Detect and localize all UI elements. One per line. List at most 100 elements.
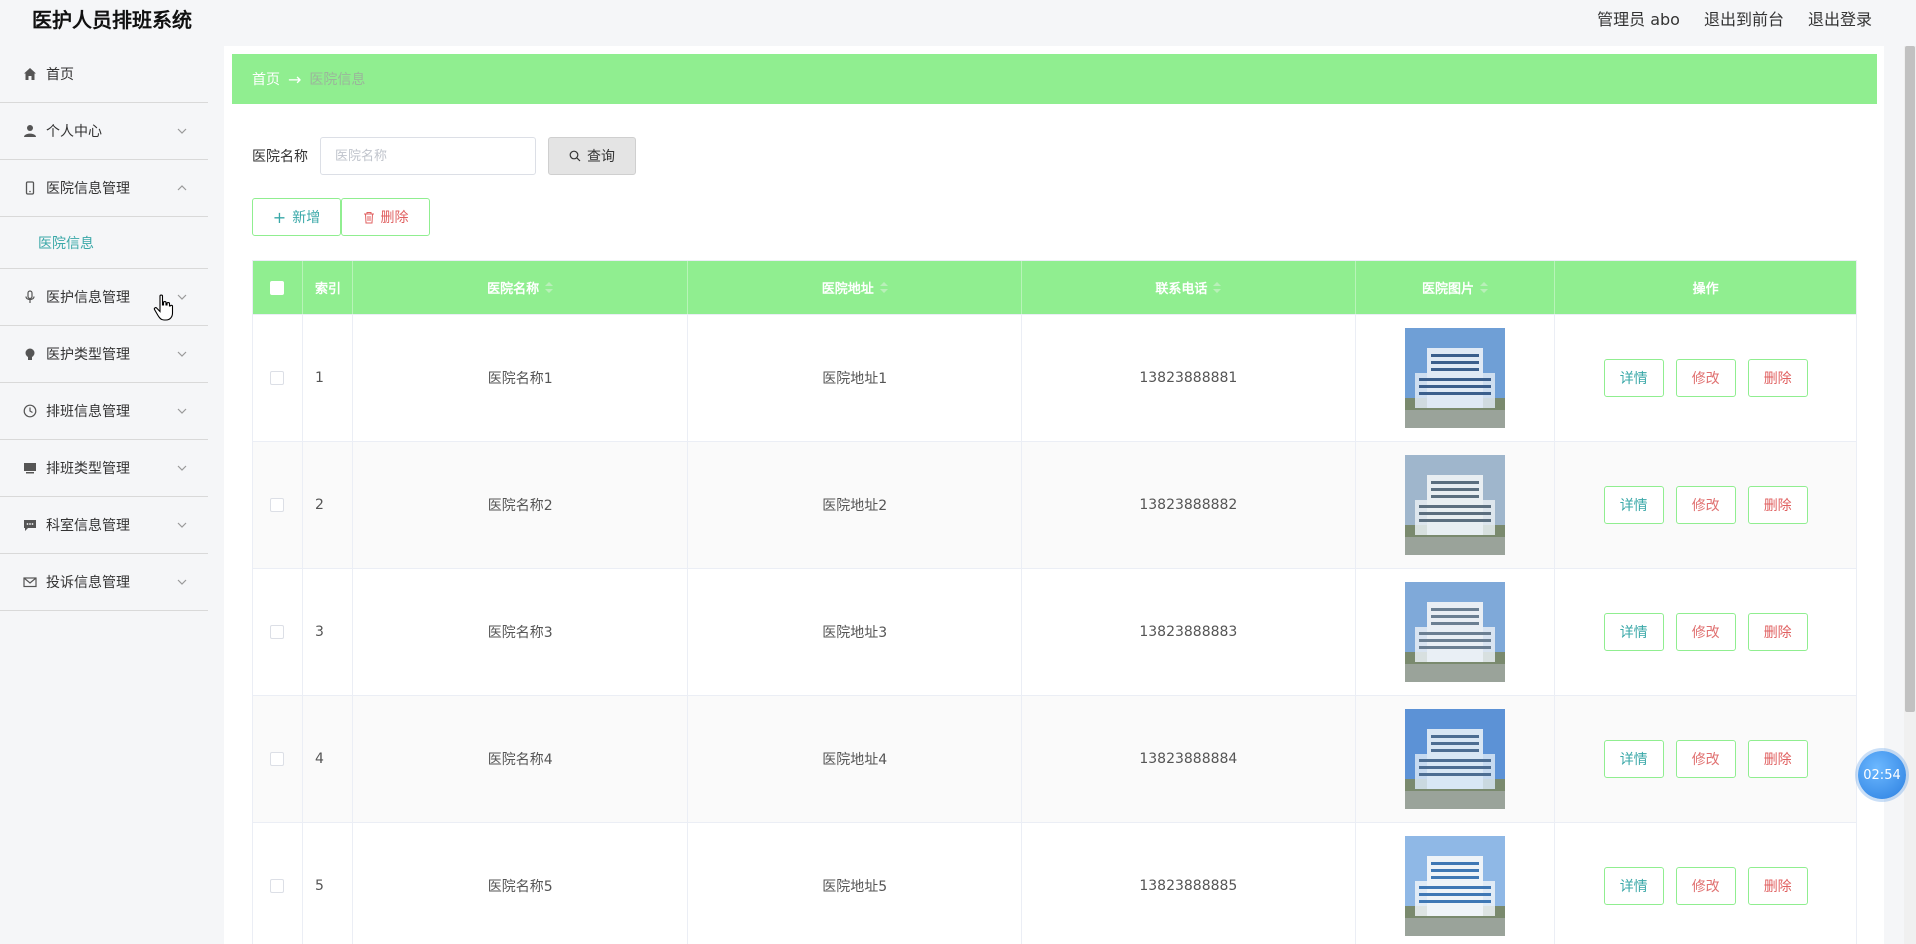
row-checkbox[interactable]: [270, 752, 285, 766]
table-row: 3 医院名称3 医院地址3 13823888883 详情 修改 删除: [253, 569, 1856, 696]
sidebar-item-department-management[interactable]: 科室信息管理: [0, 497, 208, 554]
hospital-photo[interactable]: [1405, 582, 1505, 682]
page-scrollbar[interactable]: [1904, 46, 1916, 944]
hospital-photo[interactable]: [1405, 455, 1505, 555]
detail-button[interactable]: 详情: [1603, 740, 1664, 778]
select-all-cell: [253, 261, 303, 314]
sidebar-item-label: 投诉信息管理: [46, 575, 130, 591]
exit-to-front-link[interactable]: 退出到前台: [1704, 6, 1784, 30]
sidebar-item-personal[interactable]: 个人中心: [0, 103, 208, 160]
row-checkbox[interactable]: [270, 371, 285, 385]
sidebar-item-label: 医院信息管理: [46, 181, 130, 197]
row-hospital-name: 医院名称5: [353, 823, 689, 944]
user-icon: [22, 123, 38, 139]
row-hospital-address: 医院地址2: [688, 442, 1023, 568]
table-row: 5 医院名称5 医院地址5 13823888885 详情 修改 删除: [253, 823, 1856, 944]
sidebar-item-label: 医护信息管理: [46, 290, 130, 306]
delete-row-button[interactable]: 删除: [1747, 613, 1808, 651]
row-phone: 13823888884: [1022, 696, 1356, 822]
home-icon: [22, 66, 38, 82]
chevron-down-icon: [177, 408, 187, 414]
hospital-photo[interactable]: [1405, 328, 1505, 428]
edit-button[interactable]: 修改: [1675, 486, 1736, 524]
header-phone[interactable]: 联系电话: [1022, 261, 1356, 314]
mail-icon: [22, 574, 38, 590]
hospital-table: 索引 医院名称 医院地址 联系电话 医院图片 操作 1 医院名称1 医院地址1 138…: [252, 260, 1857, 944]
sort-icon[interactable]: [545, 281, 554, 294]
sidebar-item-staff-management[interactable]: 医护信息管理: [0, 269, 208, 326]
edit-button[interactable]: 修改: [1675, 613, 1736, 651]
hospital-photo[interactable]: [1405, 836, 1505, 936]
row-hospital-name: 医院名称1: [353, 315, 689, 441]
edit-button[interactable]: 修改: [1675, 867, 1736, 905]
row-actions: 详情 修改 删除: [1555, 823, 1856, 944]
row-image-cell: [1356, 569, 1556, 695]
scrollbar-thumb[interactable]: [1905, 46, 1915, 712]
batch-delete-button[interactable]: 删除: [341, 198, 430, 236]
row-image-cell: [1356, 442, 1556, 568]
hospital-name-search-input[interactable]: [320, 137, 536, 175]
chevron-down-icon: [177, 465, 187, 471]
table-row: 4 医院名称4 医院地址4 13823888884 详情 修改 删除: [253, 696, 1856, 823]
sidebar-subitem-hospital-info[interactable]: 医院信息: [0, 217, 208, 269]
chevron-down-icon: [177, 351, 187, 357]
row-hospital-name: 医院名称2: [353, 442, 689, 568]
row-phone: 13823888882: [1022, 442, 1356, 568]
sort-icon[interactable]: [879, 281, 888, 294]
row-checkbox[interactable]: [270, 879, 285, 893]
row-phone: 13823888883: [1022, 569, 1356, 695]
sidebar-item-staff-type-management[interactable]: 医护类型管理: [0, 326, 208, 383]
select-all-checkbox[interactable]: [270, 280, 285, 295]
sidebar-item-hospital-management[interactable]: 医院信息管理: [0, 160, 208, 217]
delete-row-button[interactable]: 删除: [1747, 867, 1808, 905]
row-select-cell: [253, 315, 303, 441]
header-address-label: 医院地址: [821, 282, 874, 297]
sidebar: 首页 个人中心 医院信息管理 医院信息 医护信息管理 医护类型管理 排班信息管理…: [0, 46, 208, 944]
row-hospital-name: 医院名称3: [353, 569, 689, 695]
detail-button[interactable]: 详情: [1603, 613, 1664, 651]
phone-icon: [22, 180, 38, 196]
query-button-label: 查询: [587, 149, 615, 165]
row-checkbox[interactable]: [270, 625, 285, 639]
action-bar: + 新增 删除: [252, 198, 430, 236]
delete-row-button[interactable]: 删除: [1747, 486, 1808, 524]
header-phone-label: 联系电话: [1155, 282, 1208, 297]
search-bar: 医院名称 查询: [252, 137, 636, 175]
detail-button[interactable]: 详情: [1603, 867, 1664, 905]
header-index: 索引: [303, 261, 353, 314]
hospital-photo[interactable]: [1405, 709, 1505, 809]
row-image-cell: [1356, 696, 1556, 822]
header-name[interactable]: 医院名称: [353, 261, 689, 314]
edit-button[interactable]: 修改: [1675, 740, 1736, 778]
detail-button[interactable]: 详情: [1603, 359, 1664, 397]
row-hospital-name: 医院名称4: [353, 696, 689, 822]
query-button[interactable]: 查询: [548, 137, 636, 175]
search-icon: [569, 150, 581, 162]
chevron-down-icon: [177, 294, 187, 300]
add-button[interactable]: + 新增: [252, 198, 341, 236]
chevron-down-icon: [177, 579, 187, 585]
header-image[interactable]: 医院图片: [1356, 261, 1556, 314]
sort-icon[interactable]: [1213, 281, 1222, 294]
floating-timer[interactable]: 02:54: [1858, 751, 1906, 799]
breadcrumb: 首页 → 医院信息: [232, 54, 1877, 104]
delete-row-button[interactable]: 删除: [1747, 740, 1808, 778]
breadcrumb-home[interactable]: 首页: [252, 69, 280, 89]
sort-icon[interactable]: [1480, 281, 1488, 294]
table-header: 索引 医院名称 医院地址 联系电话 医院图片 操作: [253, 261, 1856, 315]
row-actions: 详情 修改 删除: [1555, 315, 1856, 441]
detail-button[interactable]: 详情: [1603, 486, 1664, 524]
sidebar-item-schedule-type-management[interactable]: 排班类型管理: [0, 440, 208, 497]
bulb-icon: [22, 346, 38, 362]
logout-link[interactable]: 退出登录: [1808, 6, 1872, 30]
sidebar-item-home[interactable]: 首页: [0, 46, 208, 103]
top-links: 管理员 abo 退出到前台 退出登录: [1597, 6, 1872, 30]
delete-row-button[interactable]: 删除: [1747, 359, 1808, 397]
edit-button[interactable]: 修改: [1675, 359, 1736, 397]
sidebar-item-complaint-management[interactable]: 投诉信息管理: [0, 554, 208, 611]
header-address[interactable]: 医院地址: [688, 261, 1023, 314]
row-checkbox[interactable]: [270, 498, 285, 512]
sidebar-item-schedule-management[interactable]: 排班信息管理: [0, 383, 208, 440]
breadcrumb-current: 医院信息: [309, 72, 366, 88]
sidebar-item-label: 个人中心: [46, 124, 102, 140]
